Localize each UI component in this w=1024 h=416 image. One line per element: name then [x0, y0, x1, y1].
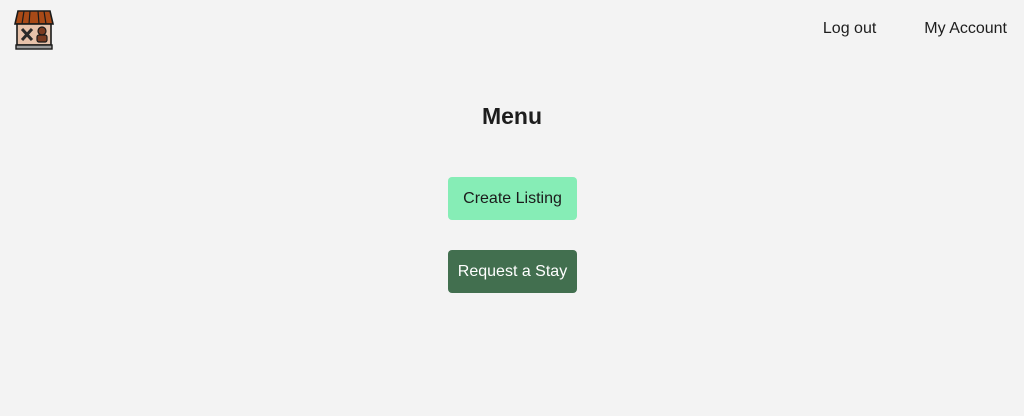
create-listing-button[interactable]: Create Listing	[448, 177, 577, 220]
request-stay-button[interactable]: Request a Stay	[448, 250, 577, 293]
my-account-link[interactable]: My Account	[924, 19, 1007, 39]
page: Log out My Account Menu Create Listing R…	[0, 0, 1024, 416]
storefront-icon[interactable]	[13, 9, 55, 51]
top-header: Log out My Account	[0, 0, 1024, 60]
page-title: Menu	[481, 103, 543, 129]
logout-link[interactable]: Log out	[823, 19, 876, 39]
header-nav: Log out My Account	[823, 19, 1007, 39]
